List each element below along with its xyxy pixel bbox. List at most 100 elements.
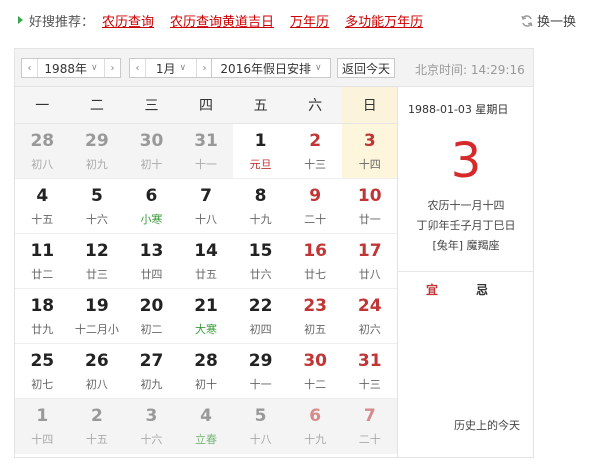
prev-month-button[interactable]: ‹ xyxy=(130,59,146,77)
calendar-day-cell[interactable]: 31 十三 xyxy=(342,344,397,398)
ganzhi-date: 丁卯年壬子月丁巳日 xyxy=(416,219,516,232)
calendar-day-cell[interactable]: 11 廿二 xyxy=(15,234,70,288)
lunar-day: 初八 xyxy=(31,157,54,171)
year-select[interactable]: 1988年 ∨ xyxy=(38,60,104,77)
calendar-day-cell[interactable]: 1 元旦 xyxy=(233,124,288,178)
calendar-day-cell[interactable]: 30 初十 xyxy=(124,124,179,178)
calendar-day-cell[interactable]: 30 十二 xyxy=(288,344,343,398)
link-lunar-query[interactable]: 农历查询 xyxy=(102,11,154,30)
calendar-day-cell[interactable]: 15 廿六 xyxy=(233,234,288,288)
lunar-day: 十二月小 xyxy=(74,322,119,336)
day-number: 30 xyxy=(303,350,328,371)
holiday-select[interactable]: 2016年假日安排 ∨ xyxy=(211,58,331,78)
refresh-button[interactable]: 换一换 xyxy=(520,11,576,30)
calendar-day-cell[interactable]: 2 十五 xyxy=(69,399,125,454)
prev-year-button[interactable]: ‹ xyxy=(22,59,38,77)
calendar-day-cell[interactable]: 6 小寒 xyxy=(124,179,179,233)
calendar-day-cell[interactable]: 22 初四 xyxy=(233,289,288,343)
calendar-day-cell[interactable]: 3 十六 xyxy=(124,399,179,454)
calendar-day-cell[interactable]: 7 二十 xyxy=(342,399,398,454)
day-number: 23 xyxy=(303,295,328,316)
link-perpetual-calendar[interactable]: 万年历 xyxy=(290,11,329,30)
calendar-day-cell[interactable]: 19 十二月小 xyxy=(70,289,125,343)
lunar-day: 十四 xyxy=(31,433,54,446)
day-number: 24 xyxy=(357,295,382,316)
link-multifunction-calendar[interactable]: 多功能万年历 xyxy=(345,11,423,30)
calendar-day-cell[interactable]: 14 廿五 xyxy=(179,234,234,288)
calendar-day-cell[interactable]: 31 十一 xyxy=(178,124,234,178)
lunar-day: 大寒 xyxy=(195,322,218,336)
weekday-wed: 三 xyxy=(144,98,159,114)
divider xyxy=(398,271,534,272)
calendar-day-cell[interactable]: 24 初六 xyxy=(342,289,397,343)
day-number: 4 xyxy=(200,406,212,426)
day-number: 15 xyxy=(248,240,273,261)
calendar-day-cell[interactable]: 9 二十 xyxy=(288,179,343,233)
day-number: 13 xyxy=(139,240,164,261)
back-to-today-button[interactable]: 返回今天 xyxy=(337,58,395,78)
calendar-day-cell[interactable]: 26 初八 xyxy=(70,344,125,398)
day-number: 5 xyxy=(90,185,103,206)
calendar-day-cell[interactable]: 16 廿七 xyxy=(288,234,343,288)
history-today-link[interactable]: 历史上的今天 xyxy=(454,417,520,433)
calendar-day-cell[interactable]: 29 初九 xyxy=(69,124,125,178)
calendar-day-cell[interactable]: 23 初五 xyxy=(288,289,343,343)
day-number: 7 xyxy=(363,406,376,426)
day-detail-panel: 1988-01-03 星期日 3 农历十一月十四 丁卯年壬子月丁巳日 [兔年] … xyxy=(398,86,534,458)
calendar-day-cell[interactable]: 29 十一 xyxy=(233,344,288,398)
calendar-week-row: 11 廿二 12 廿三 13 廿四 14 廿五 15 廿六 16 廿七 17 廿八 xyxy=(15,234,397,289)
weekday-sat: 六 xyxy=(308,98,323,114)
day-number: 5 xyxy=(254,406,267,426)
day-number: 12 xyxy=(85,240,109,261)
calendar-week-row: 28 初八 29 初九 30 初十 31 十一 1 元旦 2 十三 3 十四 xyxy=(15,124,398,179)
weekday-header: 一 二 三 四 五 六 日 xyxy=(15,87,398,124)
calendar-day-cell[interactable]: 12 廿三 xyxy=(70,234,125,288)
day-number: 7 xyxy=(200,185,212,206)
calendar-day-cell[interactable]: 25 初七 xyxy=(15,344,70,398)
month-select[interactable]: 1月 ∨ xyxy=(146,60,196,77)
calendar-day-cell[interactable]: 18 廿九 xyxy=(15,289,70,343)
lunar-day: 廿六 xyxy=(249,267,272,281)
day-number: 17 xyxy=(357,240,382,261)
weekday-mon: 一 xyxy=(35,98,50,114)
next-month-button[interactable]: › xyxy=(196,59,212,77)
calendar-day-cell[interactable]: 6 十九 xyxy=(287,399,343,454)
calendar-day-cell[interactable]: 10 廿一 xyxy=(342,179,397,233)
day-number: 19 xyxy=(85,295,109,316)
calendar-day-cell[interactable]: 20 初二 xyxy=(124,289,179,343)
lunar-day: 初五 xyxy=(304,322,327,336)
chevron-down-icon: ∨ xyxy=(90,63,98,73)
link-lunar-auspicious-days[interactable]: 农历查询黄道吉日 xyxy=(170,11,274,30)
calendar-day-cell[interactable]: 1 十四 xyxy=(15,399,70,454)
day-number: 21 xyxy=(194,295,218,316)
calendar-day-cell[interactable]: 7 十八 xyxy=(179,179,234,233)
calendar-day-cell[interactable]: 2 十三 xyxy=(288,124,343,178)
calendar-day-cell[interactable]: 27 初九 xyxy=(124,344,179,398)
day-number: 11 xyxy=(30,240,55,261)
calendar-day-cell[interactable]: 4 十五 xyxy=(15,179,70,233)
calendar-day-cell[interactable]: 3 十四 xyxy=(342,124,398,178)
day-number: 6 xyxy=(309,406,322,426)
holiday-value: 2016年假日安排 xyxy=(220,61,311,76)
weekday-thu: 四 xyxy=(199,98,214,114)
calendar-day-cell[interactable]: 8 十九 xyxy=(233,179,288,233)
lunar-day: 十一 xyxy=(195,157,218,171)
calendar-day-cell[interactable]: 13 廿四 xyxy=(124,234,179,288)
next-year-button[interactable]: › xyxy=(104,59,120,77)
lunar-day: 初九 xyxy=(85,157,108,171)
year-selector: ‹ 1988年 ∨ › xyxy=(21,58,121,78)
calendar-day-cell[interactable]: 28 初八 xyxy=(15,124,70,178)
calendar-day-cell[interactable]: 28 初十 xyxy=(179,344,234,398)
calendar-day-cell[interactable]: 5 十八 xyxy=(233,399,288,454)
calendar-day-cell[interactable]: 17 廿八 xyxy=(342,234,397,288)
calendar-week-row: 1 十四 2 十五 3 十六 4 立春 5 十八 6 十九 7 二十 xyxy=(15,399,398,454)
calendar-day-cell[interactable]: 4 立春 xyxy=(178,399,234,454)
inauspicious-label: 忌 xyxy=(476,283,489,297)
day-number: 3 xyxy=(145,406,158,426)
calendar-day-cell[interactable]: 5 十六 xyxy=(70,179,125,233)
day-number: 27 xyxy=(139,350,164,371)
year-value: 1988年 xyxy=(44,61,87,76)
calendar-day-cell[interactable]: 21 大寒 xyxy=(179,289,234,343)
lunar-day: 廿二 xyxy=(31,267,54,281)
lunar-day: 廿四 xyxy=(140,267,163,281)
